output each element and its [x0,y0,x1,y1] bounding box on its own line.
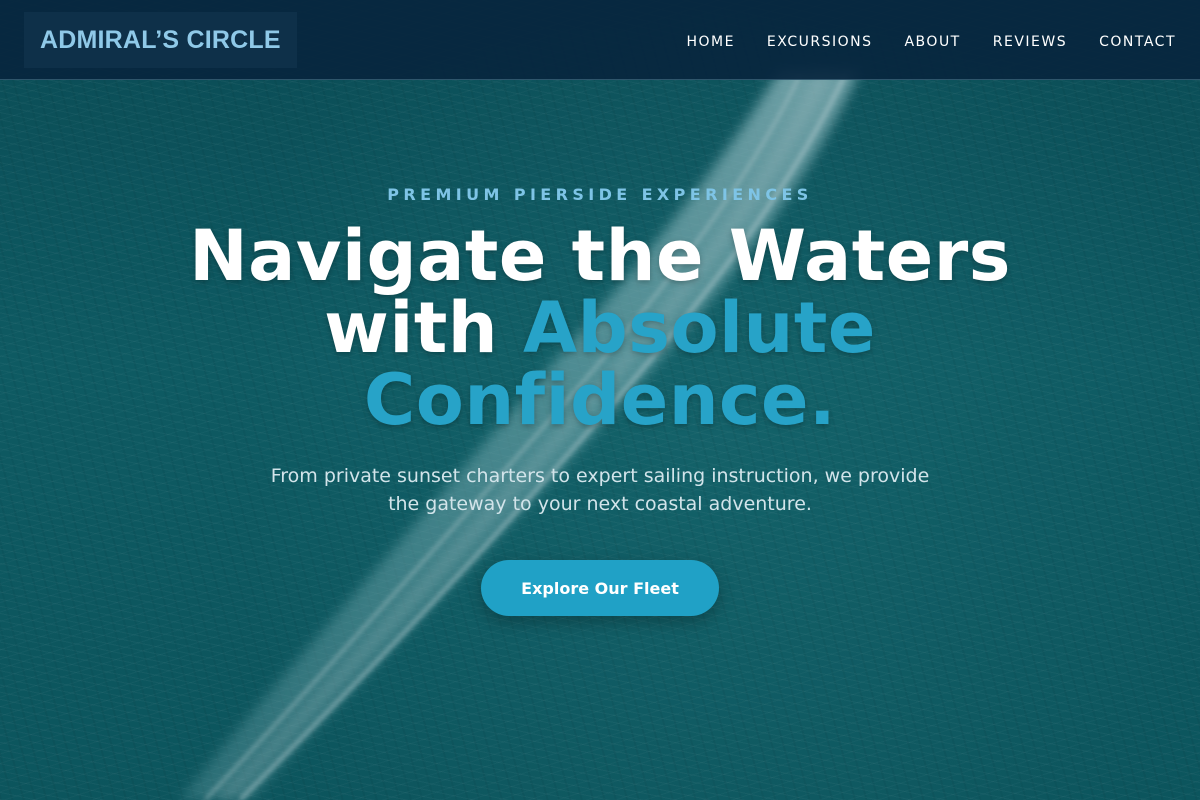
hero-eyebrow: PREMIUM PIERSIDE EXPERIENCES [387,185,813,204]
nav-link-reviews[interactable]: REVIEWS [993,34,1067,50]
landing-page: ADMIRAL’S CIRCLE HOME EXCURSIONS ABOUT R… [0,0,1200,800]
hero-headline: Navigate the Waters with Absolute Confid… [100,220,1100,436]
headline-accent-1: Absolute [523,287,876,369]
explore-fleet-button[interactable]: Explore Our Fleet [481,560,719,616]
headline-with: with [324,287,523,369]
nav-link-home[interactable]: HOME [686,34,734,50]
hero-subtitle: From private sunset charters to expert s… [270,465,930,515]
nav-item-home: HOME [686,31,734,50]
hero-section: PREMIUM PIERSIDE EXPERIENCES Navigate th… [0,80,1200,800]
nav-link-contact[interactable]: CONTACT [1099,34,1176,50]
brand-logo[interactable]: ADMIRAL’S CIRCLE [24,12,297,68]
nav-item-contact: CONTACT [1099,31,1176,50]
site-header: ADMIRAL’S CIRCLE HOME EXCURSIONS ABOUT R… [0,0,1200,80]
nav-item-excursions: EXCURSIONS [767,31,873,50]
headline-accent-2: Confidence. [363,359,837,441]
main-nav: HOME EXCURSIONS ABOUT REVIEWS CONTACT [686,0,1176,80]
nav-link-excursions[interactable]: EXCURSIONS [767,34,873,50]
nav-item-reviews: REVIEWS [993,31,1067,50]
nav-link-about[interactable]: ABOUT [904,34,960,50]
headline-line-1: Navigate the Waters [189,215,1011,297]
nav-item-about: ABOUT [904,31,960,50]
